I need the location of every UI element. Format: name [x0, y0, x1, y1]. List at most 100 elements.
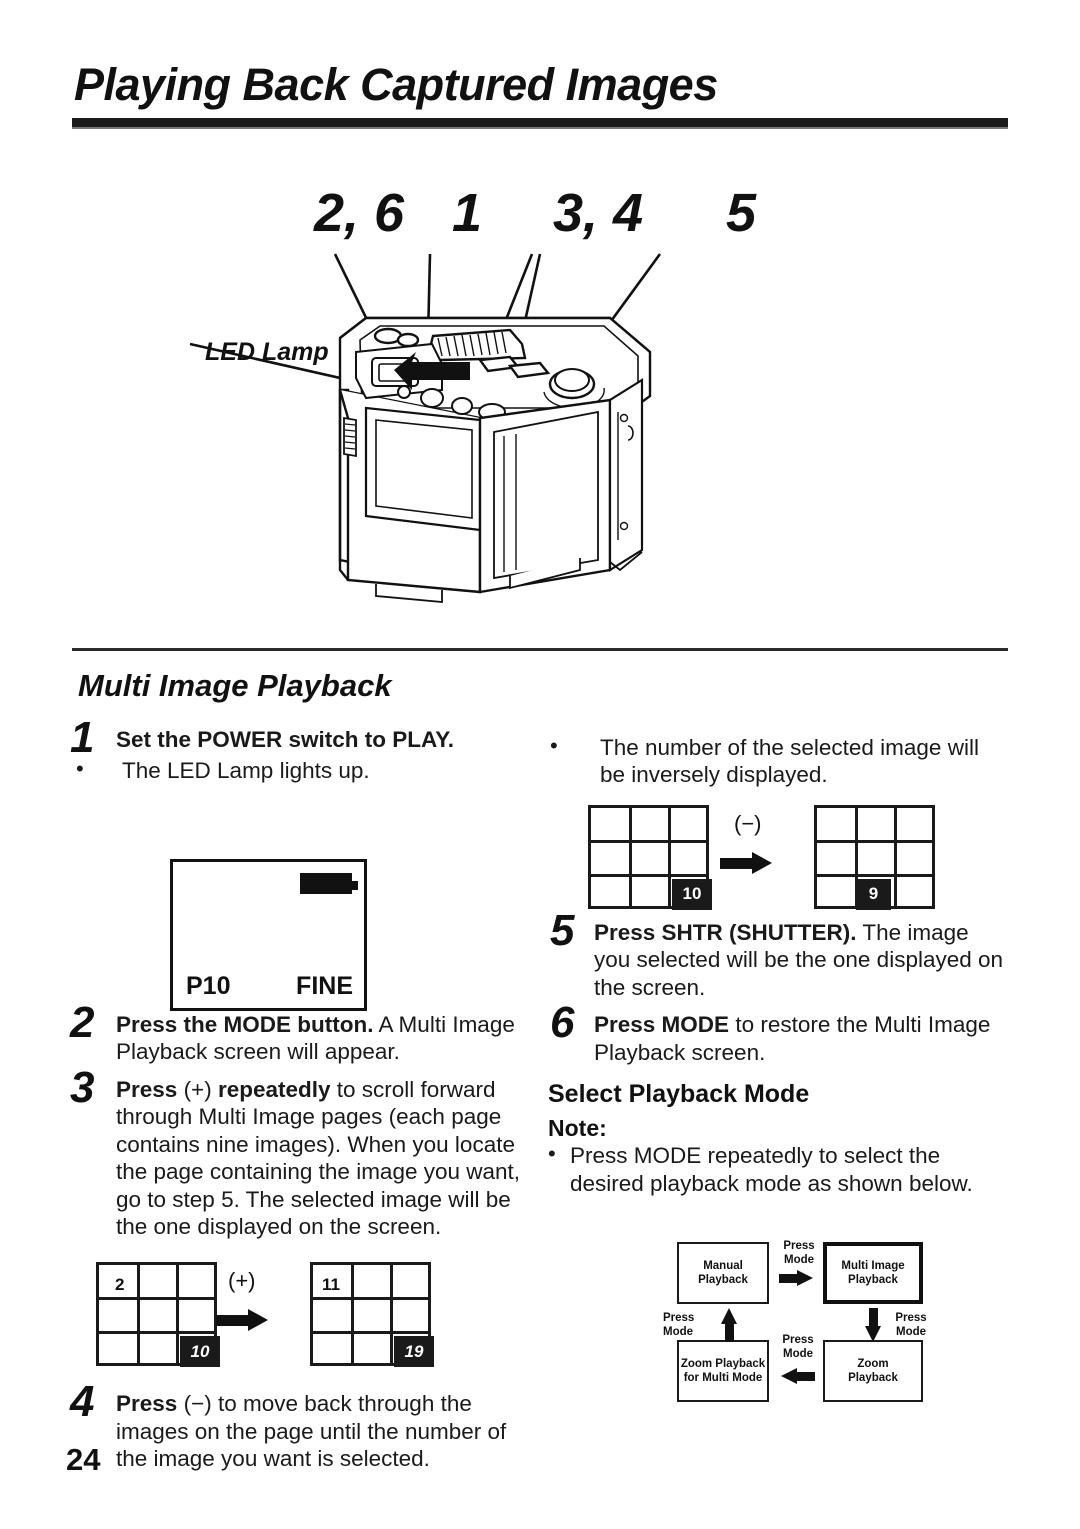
flow-arrow-up-icon [721, 1308, 737, 1342]
grid-cell-number: 2 [115, 1275, 125, 1295]
step-6-number: 6 [550, 998, 575, 1048]
bullet-inverse-text: The number of the selected image will be… [600, 735, 979, 788]
step-4: 4 Press (−) to move back through the ima… [70, 1380, 530, 1472]
grid-figure-right: 10 (−) 9 [548, 797, 1010, 921]
press-line1: Press [663, 1312, 695, 1324]
press-line1: Press [782, 1334, 814, 1346]
flow-box-zoom-playback: Zoom Playback [823, 1340, 923, 1402]
step-2: 2 Press the MODE button. A Multi Image P… [70, 1000, 530, 1066]
grid-before-left: 2 10 [96, 1262, 220, 1368]
left-column: 1 Set the POWER switch to PLAY. • The LE… [70, 716, 530, 1475]
grid-line [99, 1331, 214, 1335]
flow-arrow-down-icon [865, 1308, 881, 1342]
title-divider [72, 118, 1008, 129]
callout-3-4: 3, 4 [553, 183, 644, 243]
bullet-dot-icon: • [550, 733, 558, 758]
bullet-inverse-display: • The number of the selected image will … [548, 733, 1010, 789]
flow-manual-line2: Playback [698, 1274, 748, 1286]
press-line1: Press [895, 1312, 927, 1324]
page-number: 24 [66, 1442, 101, 1477]
step-4-bold: Press [116, 1391, 178, 1417]
step-4-sign: (−) [177, 1391, 218, 1417]
grid-figure-left: 2 10 (+) 11 19 [70, 1254, 530, 1384]
flow-label-press-mode-bottom: Press Mode [775, 1334, 821, 1362]
step-6-bold: Press MODE [594, 1012, 730, 1038]
manual-page: Playing Back Captured Images 2, 6 1 3, 4… [0, 0, 1080, 1529]
bullet-dot-icon: • [76, 756, 84, 782]
press-line2: Mode [782, 1347, 814, 1360]
note-text: Press MODE repeatedly to select the desi… [570, 1143, 973, 1196]
step-5-bold: Press SHTR (SHUTTER). [594, 919, 857, 945]
flow-multi-line2: Playback [848, 1274, 898, 1286]
grid-line [591, 839, 706, 843]
flow-multi-line1: Multi Image [841, 1259, 905, 1272]
step-1-text: Set the POWER switch to PLAY. [70, 726, 530, 753]
note-label: Note: [548, 1115, 607, 1142]
grid-before-right: 10 [588, 804, 712, 910]
press-line2: Mode [783, 1253, 815, 1266]
step-3-number: 3 [70, 1062, 95, 1112]
step-3: 3 Press (+) repeatedly to scroll forward… [70, 1065, 530, 1241]
flow-arrow-left-icon [781, 1368, 815, 1384]
step-6-text: Press MODE to restore the Multi Image Pl… [548, 1011, 1010, 1066]
battery-full-icon [300, 872, 358, 894]
step-3-bold-a: Press [116, 1076, 178, 1102]
grid-line [313, 1331, 428, 1335]
grid-line [629, 807, 632, 906]
callout-2-6: 2, 6 [314, 183, 405, 243]
grid-selected-badge: 10 [180, 1336, 220, 1368]
section-divider [72, 648, 1008, 651]
grid-line [390, 1265, 393, 1364]
flow-zoom-line2: Playback [848, 1372, 898, 1384]
note-bullet: • Press MODE repeatedly to select the de… [548, 1141, 1010, 1197]
grid-cell-number: 11 [322, 1275, 340, 1295]
flow-zoommulti-line2: for Multi Mode [683, 1372, 763, 1384]
page-title: Playing Back Captured Images [74, 59, 718, 110]
section-heading: Multi Image Playback [78, 668, 392, 703]
step-3-sign: (+) [177, 1076, 218, 1102]
step-4-number: 4 [70, 1377, 95, 1427]
grid-line [176, 1265, 179, 1364]
grid-selected-badge: 9 [856, 878, 891, 910]
step-4-text: Press (−) to move back through the image… [70, 1390, 530, 1472]
grid-line [137, 1265, 140, 1364]
flow-manual-line1: Manual [703, 1259, 743, 1272]
bullet-led-text: The LED Lamp lights up. [122, 758, 370, 784]
step-5-text: Press SHTR (SHUTTER). The image you sele… [548, 919, 1010, 1001]
grid-arrow-right-icon [216, 1309, 268, 1332]
press-line2: Mode [895, 1325, 927, 1338]
step-3-bold-b: repeatedly [217, 1076, 331, 1102]
step-5: 5 Press SHTR (SHUTTER). The image you se… [548, 908, 1010, 1001]
callout-5: 5 [726, 183, 757, 243]
grid-line [99, 1297, 214, 1301]
step-1-number: 1 [70, 713, 95, 762]
step-2-text: Press the MODE button. A Multi Image Pla… [70, 1011, 530, 1066]
grid-operator-minus: (−) [734, 810, 762, 836]
flow-zoommulti-line1: Zoom Playback [680, 1357, 766, 1370]
grid-after-right: 9 [814, 804, 935, 910]
step-2-number: 2 [70, 997, 95, 1047]
flow-box-manual-playback: Manual Playback [677, 1242, 769, 1304]
grid-line [817, 839, 932, 843]
lcd-figure-wrap: P10 FINE [70, 785, 530, 1023]
grid-line [668, 807, 671, 906]
step-1: 1 Set the POWER switch to PLAY. [70, 716, 530, 760]
callout-1: 1 [452, 183, 483, 243]
grid-operator-plus: (+) [228, 1268, 256, 1294]
grid-selected-badge: 19 [394, 1336, 434, 1368]
playback-mode-flow-diagram: Manual Playback Multi Image Playback Zoo… [655, 1228, 945, 1408]
lcd-page-indicator: P10 [186, 971, 231, 1000]
press-line2: Mode [663, 1325, 694, 1338]
step-1-bold: Set the POWER switch to PLAY. [116, 727, 454, 752]
flow-label-press-mode-right: Press Mode [887, 1312, 935, 1340]
bullet-led-lights: • The LED Lamp lights up. [70, 756, 530, 784]
flow-arrow-right-top-icon [779, 1270, 813, 1286]
grid-line [894, 807, 897, 906]
grid-arrow-right-icon [720, 851, 772, 874]
flow-box-multi-image-playback: Multi Image Playback [823, 1242, 923, 1304]
step-6: 6 Press MODE to restore the Multi Image … [548, 1001, 1010, 1066]
grid-after-left: 11 19 [310, 1262, 434, 1368]
press-line1: Press [783, 1240, 815, 1252]
flow-label-press-mode-top: Press Mode [777, 1240, 821, 1268]
grid-line [817, 873, 932, 877]
